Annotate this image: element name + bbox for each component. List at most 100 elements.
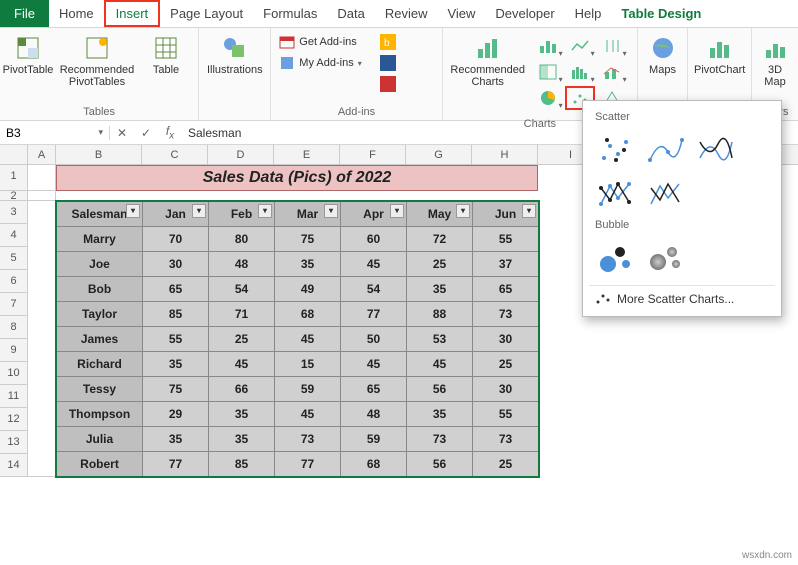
col-header[interactable]: D: [208, 145, 274, 164]
accept-formula-button[interactable]: ✓: [134, 126, 158, 140]
tab-insert[interactable]: Insert: [104, 0, 161, 27]
table-header[interactable]: May▾: [407, 202, 473, 227]
people-graph-addin[interactable]: [376, 74, 400, 94]
illustrations-button[interactable]: Illustrations: [203, 32, 266, 78]
chevron-down-icon: ▾: [98, 127, 103, 138]
cancel-formula-button[interactable]: ✕: [110, 126, 134, 140]
column-chart-button[interactable]: ▾: [533, 34, 563, 58]
combo-chart-button[interactable]: ▾: [597, 60, 627, 84]
tab-page-layout[interactable]: Page Layout: [160, 0, 253, 27]
select-all-corner[interactable]: [0, 145, 28, 164]
table-row[interactable]: Thompson293545483555: [57, 402, 539, 427]
puzzle-icon: [279, 55, 295, 71]
group-illustrations: Illustrations: [199, 28, 271, 120]
table-header[interactable]: Apr▾: [341, 202, 407, 227]
row-header[interactable]: 5: [0, 247, 28, 270]
col-header[interactable]: F: [340, 145, 406, 164]
col-header[interactable]: H: [472, 145, 538, 164]
fx-button[interactable]: fx: [158, 124, 182, 141]
tab-view[interactable]: View: [437, 0, 485, 27]
row-header[interactable]: 8: [0, 316, 28, 339]
filter-icon[interactable]: ▾: [522, 204, 536, 218]
line-chart-button[interactable]: ▾: [565, 34, 595, 58]
filter-icon[interactable]: ▾: [126, 204, 140, 218]
scatter-smooth-markers-button[interactable]: [643, 129, 687, 169]
row-header[interactable]: 10: [0, 362, 28, 385]
table-header[interactable]: Jan▾: [143, 202, 209, 227]
row-header[interactable]: 3: [0, 201, 28, 224]
tab-formulas[interactable]: Formulas: [253, 0, 327, 27]
sales-table[interactable]: Salesman▾Jan▾Feb▾Mar▾Apr▾May▾Jun▾Marry70…: [56, 201, 539, 477]
file-tab[interactable]: File: [0, 0, 49, 27]
scatter-markers-button[interactable]: [593, 129, 637, 169]
bing-maps-addin[interactable]: b: [376, 32, 400, 52]
table-row[interactable]: Richard354515454525: [57, 352, 539, 377]
row-header[interactable]: 6: [0, 270, 28, 293]
title-cell[interactable]: Sales Data (Pics) of 2022: [56, 165, 538, 191]
table-header[interactable]: Feb▾: [209, 202, 275, 227]
row-header[interactable]: 9: [0, 339, 28, 362]
scatter-smooth-lines-button[interactable]: [693, 129, 737, 169]
group-addins-label: Add-ins: [271, 104, 441, 120]
table-row[interactable]: Julia353573597373: [57, 427, 539, 452]
col-header[interactable]: E: [274, 145, 340, 164]
table-row[interactable]: Taylor857168778873: [57, 302, 539, 327]
col-header[interactable]: B: [56, 145, 142, 164]
pivottable-button[interactable]: PivotTable: [4, 32, 52, 78]
row-header[interactable]: 11: [0, 385, 28, 408]
scatter-straight-markers-button[interactable]: [593, 173, 637, 213]
filter-icon[interactable]: ▾: [192, 204, 206, 218]
histogram-button[interactable]: ▾: [565, 60, 595, 84]
row-header[interactable]: 1: [0, 165, 28, 191]
my-addins-button[interactable]: My Add-ins ▾: [275, 53, 365, 73]
row-header[interactable]: 7: [0, 293, 28, 316]
row-header[interactable]: 12: [0, 408, 28, 431]
col-header[interactable]: A: [28, 145, 56, 164]
filter-icon[interactable]: ▾: [324, 204, 338, 218]
table-row[interactable]: Joe304835452537: [57, 252, 539, 277]
bubble-3d-button[interactable]: [643, 237, 687, 277]
table-header[interactable]: Jun▾: [473, 202, 539, 227]
filter-icon[interactable]: ▾: [390, 204, 404, 218]
bubble-button[interactable]: [593, 237, 637, 277]
row-header[interactable]: 4: [0, 224, 28, 247]
table-button[interactable]: Table: [142, 32, 190, 78]
filter-icon[interactable]: ▾: [456, 204, 470, 218]
row-header[interactable]: 13: [0, 431, 28, 454]
filter-icon[interactable]: ▾: [258, 204, 272, 218]
shapes-icon: [221, 34, 249, 62]
table-row[interactable]: Marry708075607255: [57, 227, 539, 252]
row-header[interactable]: 2: [0, 191, 28, 201]
row-header[interactable]: 14: [0, 454, 28, 477]
3d-map-button[interactable]: 3D Map: [756, 32, 794, 90]
visio-icon: [380, 55, 396, 71]
table-header[interactable]: Mar▾: [275, 202, 341, 227]
stock-chart-button[interactable]: ▾: [597, 34, 627, 58]
tab-home[interactable]: Home: [49, 0, 104, 27]
tab-help[interactable]: Help: [565, 0, 612, 27]
recommended-pivottables-button[interactable]: Recommended PivotTables: [54, 32, 140, 90]
table-row[interactable]: Robert778577685625: [57, 452, 539, 477]
tab-table-design[interactable]: Table Design: [611, 0, 711, 27]
maps-button[interactable]: Maps: [642, 32, 683, 78]
tab-review[interactable]: Review: [375, 0, 438, 27]
scatter-straight-lines-button[interactable]: [643, 173, 687, 213]
tab-developer[interactable]: Developer: [485, 0, 564, 27]
ribbon-tabs: File Home Insert Page Layout Formulas Da…: [0, 0, 798, 28]
visio-addin[interactable]: [376, 53, 400, 73]
table-header[interactable]: Salesman▾: [57, 202, 143, 227]
table-row[interactable]: Bob655449543565: [57, 277, 539, 302]
table-row[interactable]: Tessy756659655630: [57, 377, 539, 402]
hierarchy-chart-button[interactable]: ▾: [533, 60, 563, 84]
pivotchart-button[interactable]: PivotChart: [692, 32, 747, 78]
col-header[interactable]: G: [406, 145, 472, 164]
col-header[interactable]: C: [142, 145, 208, 164]
table-row[interactable]: James552545505330: [57, 327, 539, 352]
get-addins-button[interactable]: Get Add-ins: [275, 32, 365, 52]
recommended-charts-button[interactable]: Recommended Charts: [447, 32, 529, 90]
name-box[interactable]: B3 ▾: [0, 126, 110, 140]
pivotchart-icon: [706, 34, 734, 62]
tab-data[interactable]: Data: [327, 0, 374, 27]
pie-chart-button[interactable]: ▾: [533, 86, 563, 110]
more-scatter-charts-button[interactable]: More Scatter Charts...: [589, 285, 775, 306]
